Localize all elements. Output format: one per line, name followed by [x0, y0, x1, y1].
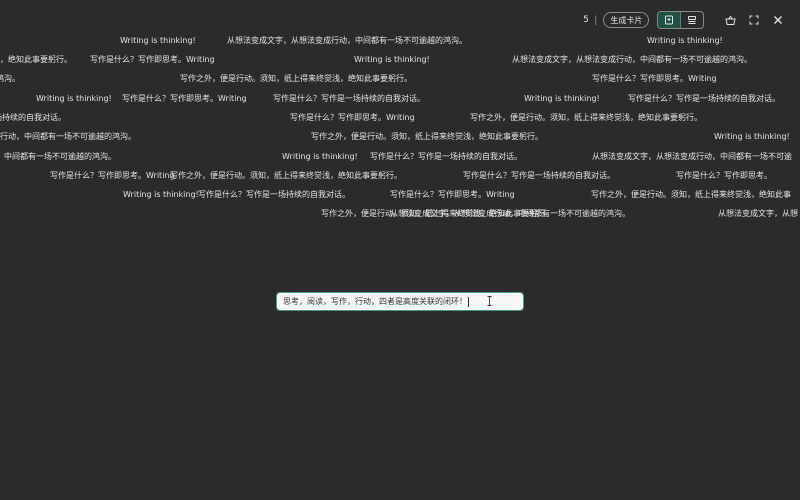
danmaku-message: Writing is thinking! [647, 36, 723, 45]
danmaku-message: Writing is thinking! [524, 94, 600, 103]
danmaku-message: Writing is thinking! [282, 152, 358, 161]
list-view-button[interactable] [681, 12, 703, 28]
basket-icon [725, 15, 736, 25]
top-toolbar: 5 | 生成卡片 [580, 10, 786, 30]
danmaku-message: 写作之外，便是行动。须知，纸上得来终觉浅，绝知此事要躬行。 [470, 113, 702, 122]
danmaku-message: Writing is thinking! [36, 94, 112, 103]
text-cursor-icon [487, 296, 492, 306]
danmaku-message: 写作是什么？写作是一场持续的自我对话。 [198, 190, 350, 199]
message-count: 5 [583, 15, 589, 25]
danmaku-message: 写作是什么？写作是一场持续的自我对话。 [370, 152, 522, 161]
danmaku-message: 鸿沟。 [0, 74, 20, 83]
danmaku-message: Writing is thinking! [354, 55, 430, 64]
danmaku-message: 从想法变成文字，从想法变成行动，中间都有一场不可逾 [592, 152, 792, 161]
danmaku-message: 写作是什么？写作是一场持续的自我对话。 [463, 171, 615, 180]
danmaku-message: 写作是什么？写作即思考。 [676, 171, 772, 180]
list-view-icon [688, 16, 697, 24]
danmaku-message: 写作是什么？写作即思考。Writing [390, 190, 515, 199]
danmaku-message: 写作是什么？写作是一场持续的自我对话。 [273, 94, 425, 103]
danmaku-message: 场持续的自我对话。 [0, 113, 66, 122]
danmaku-message: ，中间都有一场不可逾越的鸿沟。 [0, 152, 116, 161]
danmaku-message: 从想法变成文字，从想法变成行动，中间都有一场不可逾越的鸿沟。 [390, 209, 630, 218]
danmaku-message: 写作之外，便是行动。须知，纸上得来终觉浅，绝知此事要躬行。 [311, 132, 543, 141]
danmaku-message: 从想法变成文字，从想法变成行动，中间都有一场不可逾越的鸿沟。 [227, 36, 467, 45]
danmaku-message: 成行动，中间都有一场不可逾越的鸿沟。 [0, 132, 136, 141]
danmaku-message: 从想法变成文字，从想 [718, 209, 798, 218]
danmaku-message: Writing is thinking! [120, 36, 196, 45]
danmaku-message: 写作之外，便是行动。须知，纸上得来终觉浅，绝知此事要躬行。 [170, 171, 402, 180]
toolbar-separator: | [594, 14, 598, 26]
danmaku-message: Writing is thinking! [123, 190, 199, 199]
fullscreen-icon [749, 15, 759, 25]
danmaku-message: 写作之外，便是行动。须知，纸上得来终觉浅，绝知此事要躬行。 [180, 74, 412, 83]
danmaku-message: 写作是什么？写作即思考。Writing [592, 74, 717, 83]
danmaku-message: Writing is thinking! [714, 132, 790, 141]
close-button[interactable] [770, 12, 786, 28]
view-mode-toggle [657, 11, 705, 29]
danmaku-message: 写作是什么？写作即思考。Writing [50, 171, 175, 180]
message-input-text[interactable]: 思考，阅读，写作，行动，四者是高度关联的闭环！ [277, 296, 467, 307]
danmaku-message: 写作之外，便是行动。须知，纸上得来终觉浅，绝知此事 [591, 190, 791, 199]
danmaku-message: 写作是什么？写作即思考。Writing [122, 94, 247, 103]
generate-card-button[interactable]: 生成卡片 [603, 12, 650, 28]
basket-button[interactable] [722, 12, 738, 28]
danmaku-message: 浅，绝知此事要躬行。 [0, 55, 72, 64]
danmaku-message: 写作是什么？写作是一场持续的自我对话。 [628, 94, 780, 103]
danmaku-message: 写作是什么？写作即思考。Writing [290, 113, 415, 122]
fullscreen-button[interactable] [746, 12, 762, 28]
card-view-button[interactable] [658, 12, 682, 28]
close-icon [774, 16, 783, 24]
danmaku-message: 写作是什么？写作即思考。Writing [90, 55, 215, 64]
text-caret [468, 296, 469, 307]
card-view-icon [665, 15, 674, 25]
danmaku-message: 从想法变成文字，从想法变成行动，中间都有一场不可逾越的鸿沟。 [512, 55, 752, 64]
